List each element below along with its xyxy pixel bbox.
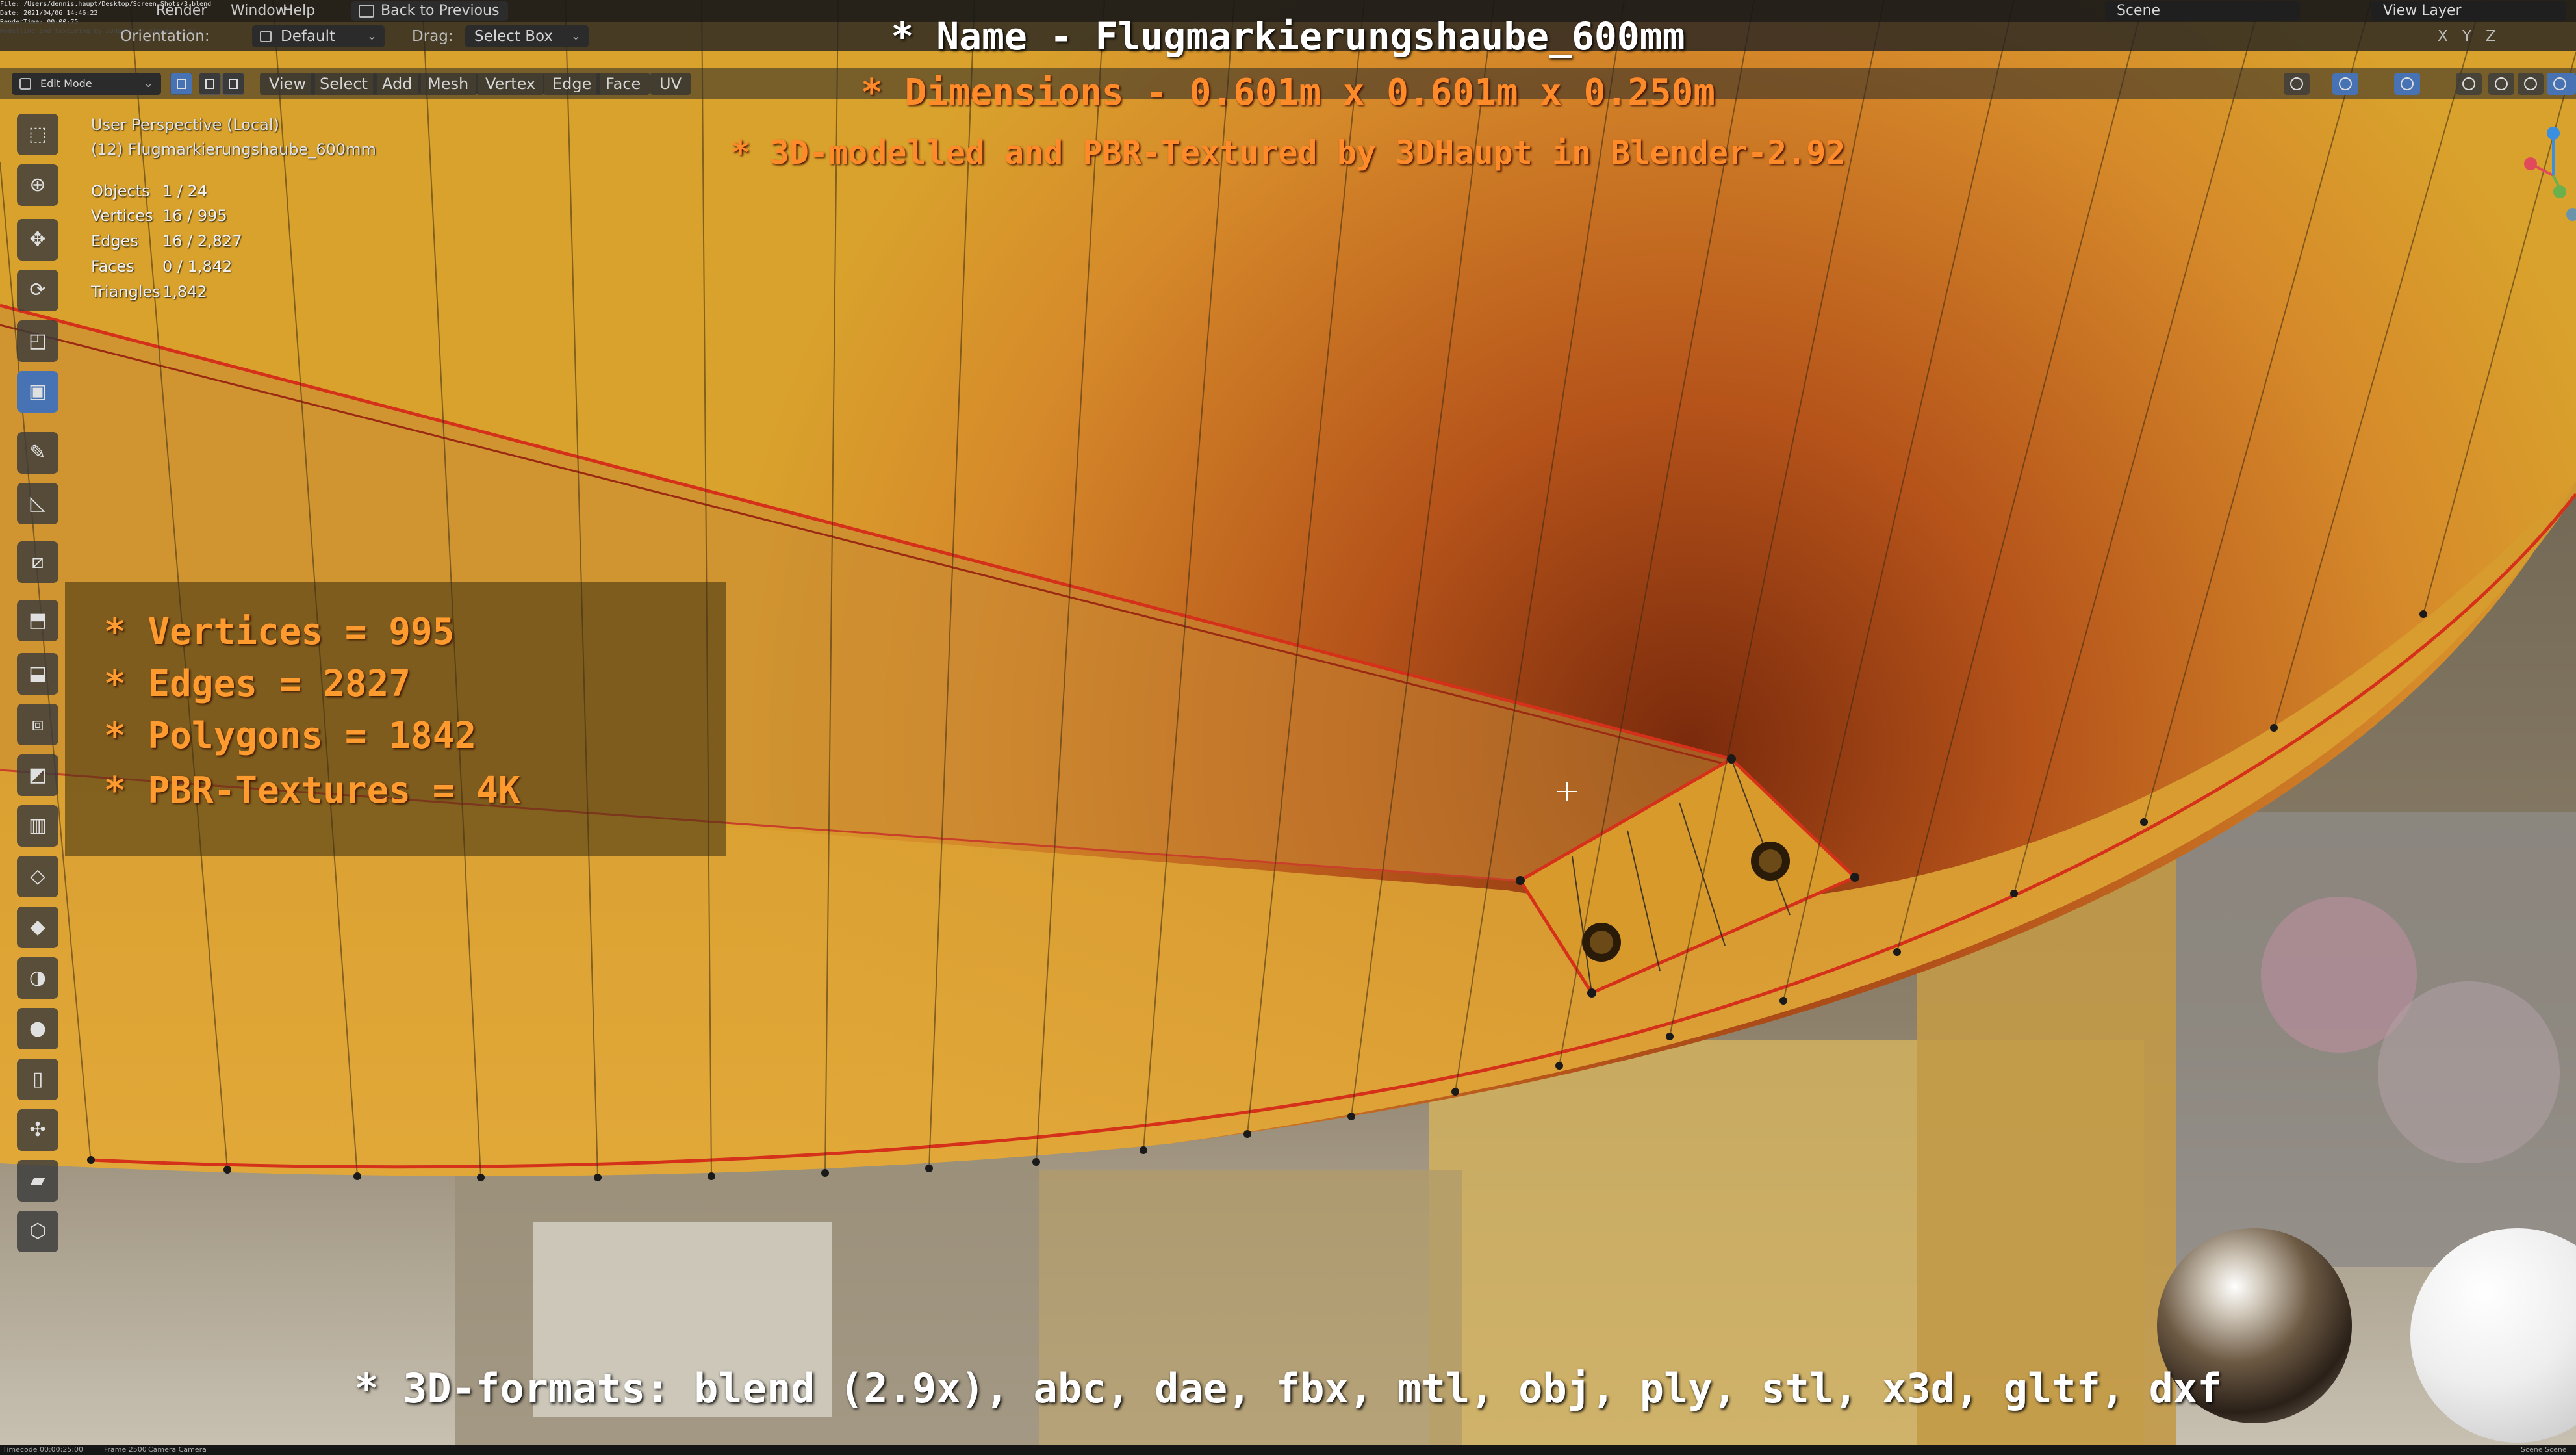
tool-spin[interactable]: ◑ [17, 957, 58, 999]
tool-knife[interactable]: ◇ [17, 856, 58, 897]
extrude-region-icon: ⬓ [28, 662, 47, 685]
tool-annotate[interactable]: ✎ [17, 432, 58, 474]
tool-scale[interactable]: ◰ [17, 320, 58, 362]
rotate-icon: ⟳ [29, 279, 46, 302]
overlay-credit: * 3D-modelled and PBR-Textured by 3DHaup… [730, 134, 1846, 172]
shear-icon: ▰ [30, 1169, 45, 1192]
tool-move[interactable]: ✥ [17, 219, 58, 261]
poly-build-icon: ◆ [30, 916, 45, 938]
stat-objects: Objects 1 / 24 [91, 182, 207, 200]
tool-measure[interactable]: ◺ [17, 483, 58, 524]
shrink-fatten-icon: ✣ [29, 1118, 46, 1141]
stat-faces: Faces 0 / 1,842 [91, 257, 232, 276]
info-polygons: * Polygons = 1842 [104, 715, 477, 757]
stat-key: Edges [91, 232, 138, 250]
tool-inset[interactable]: ⧈ [17, 704, 58, 745]
gizmo-y-axis-icon[interactable] [2553, 185, 2566, 198]
edge-slide-icon: ▯ [32, 1068, 44, 1090]
tool-rotate[interactable]: ⟳ [17, 270, 58, 311]
scale-icon: ◰ [28, 329, 47, 352]
stat-value: 16 / 2,827 [162, 232, 242, 250]
tool-poly-build[interactable]: ◆ [17, 907, 58, 948]
add-cube-icon: ⧄ [31, 550, 44, 573]
overlay-dimensions: * Dimensions - 0.601m x 0.601m x 0.250m [861, 71, 1715, 114]
loop-cut-icon: ▥ [28, 814, 47, 837]
tool-transform[interactable]: ▣ [17, 371, 58, 413]
stat-triangles: Triangles 1,842 [91, 283, 207, 301]
stat-vertices: Vertices 16 / 995 [91, 207, 227, 225]
bevel-icon: ◩ [28, 764, 47, 786]
status-scene: Scene Scene [2521, 1445, 2567, 1454]
tool-shrink-fatten[interactable]: ✣ [17, 1109, 58, 1151]
tool-rip[interactable]: ⬡ [17, 1211, 58, 1252]
navigation-gizmo[interactable] [2508, 110, 2576, 240]
info-vertices: * Vertices = 995 [104, 611, 455, 653]
status-timecode: Timecode 00:00:25:00 [3, 1445, 84, 1454]
rip-icon: ⬡ [29, 1220, 47, 1243]
spin-icon: ◑ [29, 966, 47, 989]
tool-shear[interactable]: ▰ [17, 1160, 58, 1202]
stat-key: Triangles [91, 283, 160, 301]
stat-value: 16 / 995 [162, 207, 227, 225]
stat-value: 1 / 24 [162, 182, 208, 200]
move-icon: ✥ [29, 228, 46, 251]
stat-value: 1,842 [162, 283, 207, 301]
tool-extrude-region[interactable]: ⬓ [17, 653, 58, 695]
tool-extrude[interactable]: ⬒ [17, 600, 58, 641]
tool-smooth[interactable]: ● [17, 1008, 58, 1049]
gizmo-neg-z-icon[interactable] [2566, 208, 2576, 221]
overlay-formats: * 3D-formats: blend (2.9x), abc, dae, fb… [354, 1365, 2222, 1412]
tool-edge-slide[interactable]: ▯ [17, 1059, 58, 1100]
left-toolbar: ⬚ ⊕ ✥ ⟳ ◰ ▣ ✎ ◺ ⧄ ⬒ ⬓ ⧈ ◩ ▥ ◇ ◆ ◑ ● ▯ ✣ … [4, 114, 71, 1252]
extrude-icon: ⬒ [28, 609, 47, 632]
smooth-icon: ● [29, 1017, 47, 1040]
status-frame: Frame 2500 [104, 1445, 147, 1454]
measure-icon: ◺ [30, 492, 45, 515]
knife-icon: ◇ [30, 865, 45, 888]
stat-edges: Edges 16 / 2,827 [91, 232, 242, 250]
status-bar: Timecode 00:00:25:00 Frame 2500 Camera C… [0, 1445, 2576, 1455]
tool-bevel[interactable]: ◩ [17, 754, 58, 796]
stat-value: 0 / 1,842 [162, 257, 233, 276]
stat-key: Vertices [91, 207, 153, 225]
cursor-icon: ⊕ [29, 174, 46, 196]
info-textures: * PBR-Textures = 4K [104, 769, 520, 812]
inset-icon: ⧈ [31, 713, 44, 736]
stat-key: Faces [91, 257, 134, 276]
stat-key: Objects [91, 182, 150, 200]
info-edges: * Edges = 2827 [104, 663, 411, 705]
tool-add-cube[interactable]: ⧄ [17, 541, 58, 583]
overlay-name-title: * Name - Flugmarkierungshaube_600mm [891, 14, 1685, 58]
status-camera: Camera Camera [148, 1445, 207, 1454]
tool-loop-cut[interactable]: ▥ [17, 805, 58, 847]
annotate-icon: ✎ [29, 441, 46, 464]
transform-icon: ▣ [28, 380, 47, 403]
perspective-label: User Perspective (Local) [91, 116, 279, 134]
